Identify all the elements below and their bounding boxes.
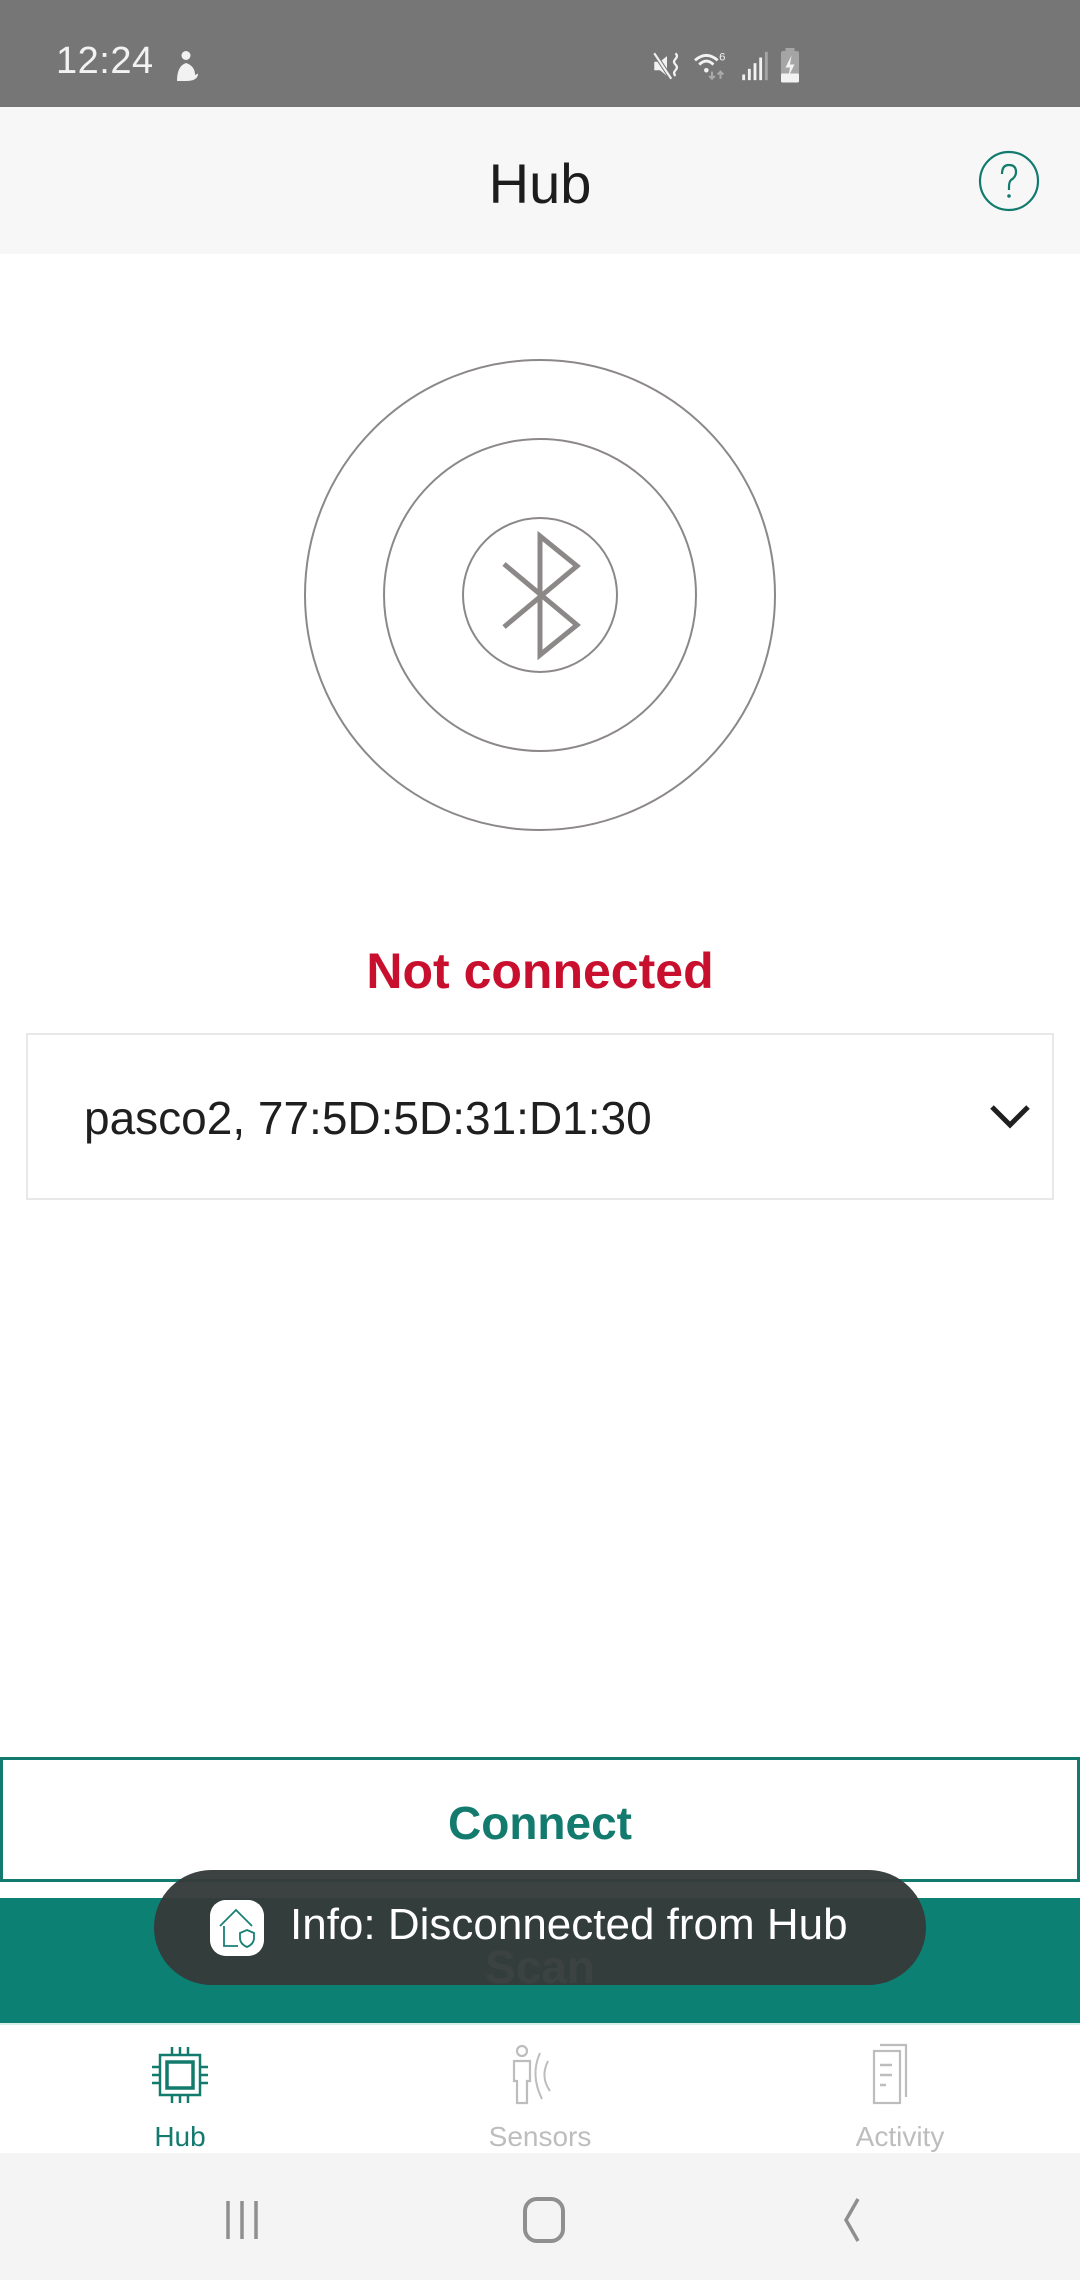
chevron-down-icon	[990, 1105, 1030, 1129]
chip-icon	[152, 2047, 208, 2103]
person-waves-icon	[512, 2044, 551, 2105]
cell-signal-icon	[742, 51, 768, 81]
svg-text:6: 6	[719, 51, 725, 63]
connection-status: Not connected	[366, 943, 714, 999]
nav-label-sensors: Sensors	[488, 2121, 592, 2152]
home-shield-icon	[210, 1900, 264, 1956]
toast-text: Info: Disconnected from Hub	[290, 1900, 848, 1949]
help-circle-icon[interactable]	[978, 150, 1040, 212]
nav-label-hub: Hub	[154, 2121, 206, 2152]
nav-item-hub[interactable]: Hub	[80, 2025, 280, 2155]
bluetooth-radar	[304, 359, 776, 831]
nav-item-activity[interactable]: Activity	[800, 2025, 1000, 2155]
status-icons: 6	[650, 46, 802, 86]
battery-charging-icon	[781, 48, 799, 83]
nav-item-sensors[interactable]: Sensors	[440, 2025, 640, 2155]
notification-person-icon	[177, 51, 198, 81]
toast-message: Info: Disconnected from Hub	[154, 1870, 926, 1985]
connect-button-label: Connect	[448, 1797, 632, 1849]
recents-icon[interactable]	[202, 2185, 282, 2255]
home-icon[interactable]	[504, 2185, 584, 2255]
page-title: Hub	[488, 152, 592, 215]
device-select[interactable]: pasco2, 77:5D:5D:31:D1:30	[26, 1033, 1054, 1200]
mute-vibrate-icon	[652, 52, 679, 80]
system-nav-bar	[0, 2153, 1080, 2280]
document-icon	[872, 2043, 908, 2105]
status-time: 12:24	[56, 40, 154, 82]
nav-label-activity: Activity	[855, 2121, 945, 2152]
wifi-6-icon: 6	[694, 51, 725, 81]
connect-button[interactable]: Connect	[0, 1757, 1080, 1882]
bottom-nav: Hub Sensors Activity	[0, 2023, 1080, 2153]
back-icon[interactable]	[808, 2185, 888, 2255]
status-bar: 12:24 6	[0, 0, 1080, 107]
app-bar: Hub	[0, 107, 1080, 254]
device-select-value: pasco2, 77:5D:5D:31:D1:30	[84, 1092, 652, 1144]
bluetooth-icon	[502, 530, 581, 661]
